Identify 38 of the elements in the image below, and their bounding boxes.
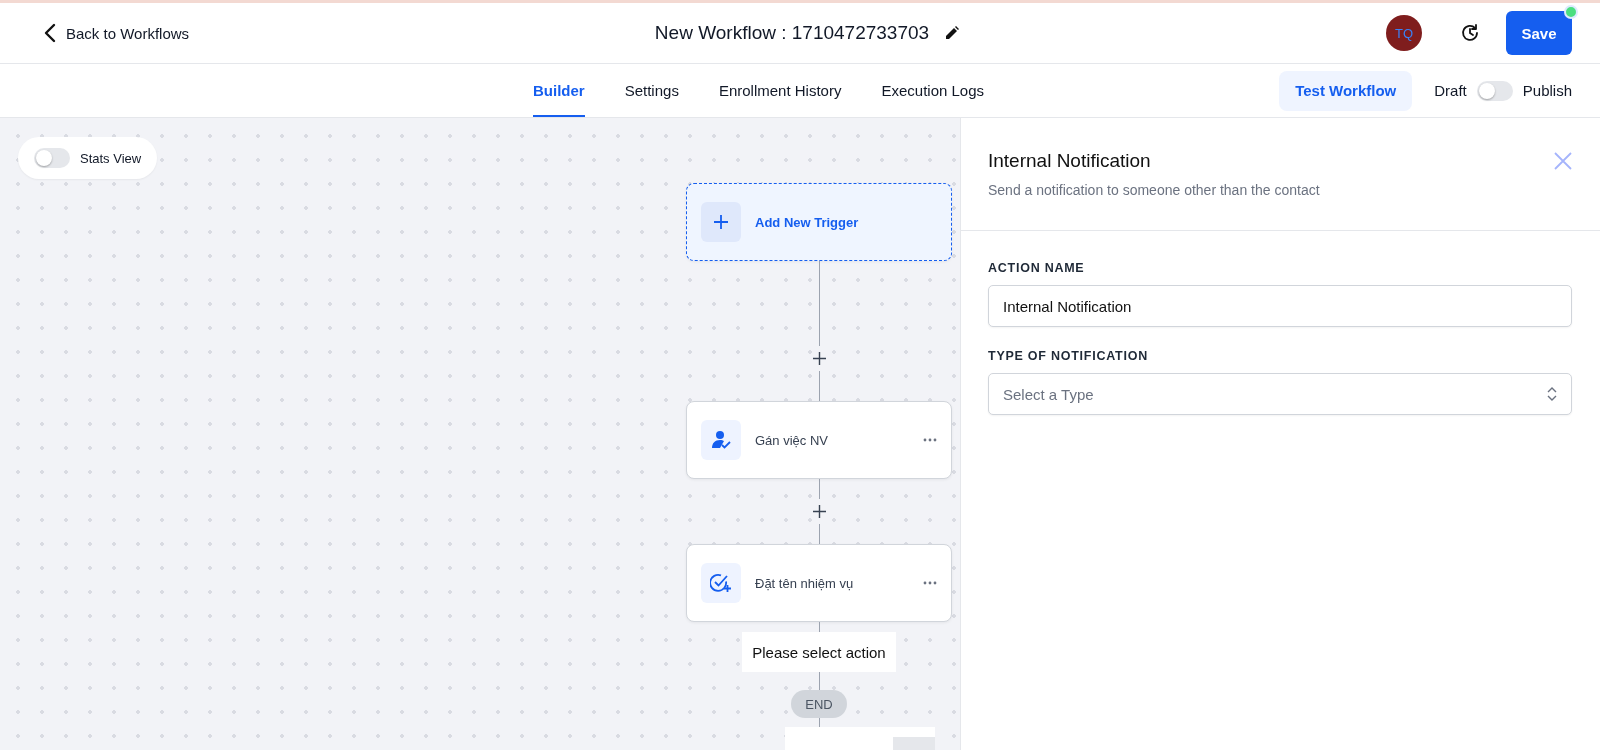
- type-select[interactable]: Select a Type: [988, 373, 1572, 415]
- status-dot: [1564, 5, 1578, 19]
- panel-title: Internal Notification: [988, 150, 1152, 172]
- field-label: TYPE OF NOTIFICATION: [988, 349, 1149, 363]
- workflow-title: New Workflow : 1710472733703: [654, 22, 930, 44]
- save-button[interactable]: Save: [1506, 11, 1572, 55]
- more-icon[interactable]: [923, 438, 937, 442]
- publish-toggle[interactable]: [1476, 80, 1513, 101]
- publish-label: Publish: [1522, 82, 1572, 99]
- node-label: Add New Trigger: [755, 214, 860, 230]
- end-marker: END: [791, 690, 847, 718]
- add-trigger-card[interactable]: Add New Trigger: [686, 183, 952, 261]
- stats-view-label: Stats View: [80, 150, 142, 166]
- test-workflow-button[interactable]: Test Workflow: [1279, 70, 1413, 111]
- history-icon[interactable]: [1460, 23, 1480, 43]
- nav-tab[interactable]: Settings: [624, 64, 679, 117]
- add-step-icon[interactable]: [812, 505, 826, 518]
- field-label: ACTION NAME: [988, 261, 1086, 275]
- action-name-field[interactable]: Internal Notification: [988, 285, 1572, 327]
- node-label: Đặt tên nhiệm vụ: [755, 575, 855, 591]
- circle-check-plus-icon: [710, 573, 732, 593]
- action-card[interactable]: Đặt tên nhiệm vụ: [686, 544, 952, 622]
- chevron-left-icon: [44, 23, 56, 43]
- action-card[interactable]: Gán việc NV: [686, 401, 952, 479]
- plus-icon: [713, 214, 729, 230]
- back-link[interactable]: Back to Workflows: [44, 23, 190, 43]
- nav-tab[interactable]: Enrollment History: [718, 64, 842, 117]
- node-label: Gán việc NV: [755, 432, 829, 448]
- panel-subtitle: Send a notification to someone other than the contact: [988, 182, 1321, 198]
- stats-view-toggle[interactable]: [34, 148, 70, 168]
- chevron-up-down-icon: [1547, 386, 1557, 402]
- pencil-icon[interactable]: [945, 26, 960, 40]
- nav-tab[interactable]: Execution Logs: [881, 64, 984, 117]
- hint-label: Please select action: [742, 632, 896, 672]
- draft-label: Draft: [1434, 82, 1467, 99]
- more-icon[interactable]: [923, 581, 937, 585]
- add-step-icon[interactable]: [812, 352, 826, 365]
- person-check-icon: [711, 430, 731, 450]
